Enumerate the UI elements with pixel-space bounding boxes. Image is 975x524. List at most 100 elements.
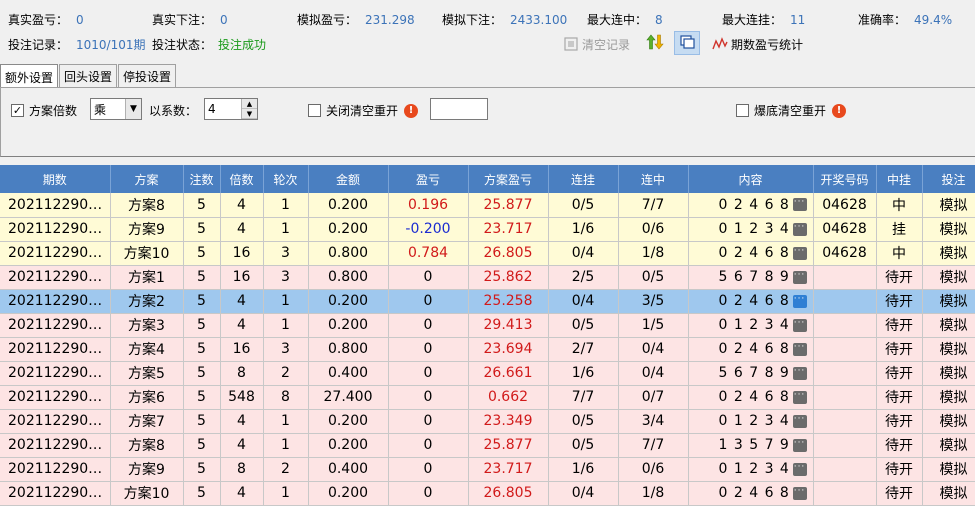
close-reset-input[interactable]	[430, 98, 488, 120]
table-cell: 5	[183, 361, 221, 386]
clear-records-button[interactable]: 清空记录	[562, 33, 630, 55]
table-cell: 8	[263, 385, 309, 410]
table-row[interactable]: 202112290… 方案10 5 4 1 0.200 0 26.805 0/4 1/8 0 2 4…	[0, 481, 975, 506]
period-stats-button[interactable]: 期数盈亏统计	[711, 33, 803, 55]
column-header[interactable]: 倍数	[220, 165, 264, 193]
table-cell: 待开	[876, 361, 923, 386]
column-header[interactable]: 连中	[618, 165, 689, 193]
column-header[interactable]: 方案	[110, 165, 184, 193]
bottom-reset-checkbox[interactable]: 爆底清空重开 !	[736, 102, 847, 119]
column-header[interactable]: 金额	[308, 165, 389, 193]
more-icon[interactable]: ···	[792, 198, 807, 211]
table-cell: 模拟	[922, 361, 975, 386]
table-row[interactable]: 202112290… 方案8 5 4 1 0.200 0 25.877 0/5 7/7 1 3 5 …	[0, 433, 975, 458]
table-cell: 方案9	[110, 217, 184, 242]
table-cell: 0	[388, 385, 469, 410]
table-cell: 4	[220, 481, 264, 506]
more-icon[interactable]: ···	[792, 246, 807, 260]
table-cell: 202112290…	[0, 289, 111, 314]
table-cell: 0.200	[308, 409, 389, 434]
table-cell: 0 1 2 3 4 ···	[688, 409, 814, 434]
content-text: 0 2 4 6 8	[718, 196, 790, 213]
more-icon[interactable]: ···	[792, 462, 807, 476]
table-cell: 202112290…	[0, 337, 111, 362]
coef-spinner[interactable]: 4 ▲ ▼	[204, 98, 258, 120]
table-cell: 29.413	[468, 313, 549, 338]
table-cell: 0.200	[308, 433, 389, 458]
column-header[interactable]: 期数	[0, 165, 111, 193]
content-text: 0 2 4 6 8	[718, 293, 790, 309]
tab-extra-settings[interactable]: 额外设置	[0, 64, 59, 89]
arrows-button[interactable]	[642, 31, 668, 55]
table-cell: 202112290…	[0, 409, 111, 434]
table-row[interactable]: 202112290… 方案5 5 8 2 0.400 0 26.661 1/6 0/4 5 6 7 …	[0, 361, 975, 386]
spin-up-icon[interactable]: ▲	[242, 99, 257, 109]
table-cell: 1	[263, 289, 309, 314]
table-cell: 202112290…	[0, 313, 111, 338]
table-cell: 23.717	[468, 217, 549, 242]
table-cell: 挂	[876, 217, 923, 242]
table-cell: 4	[220, 217, 264, 242]
tab-stop-settings[interactable]: 停投设置	[118, 64, 177, 88]
table-cell: 方案6	[110, 385, 184, 410]
column-header[interactable]: 轮次	[263, 165, 309, 193]
more-icon[interactable]: ···	[792, 342, 807, 356]
up-down-arrows-icon	[646, 33, 664, 54]
table-row[interactable]: 202112290… 方案7 5 4 1 0.200 0 23.349 0/5 3/4 0 1 2 …	[0, 409, 975, 434]
table-row[interactable]: 202112290… 方案1 5 16 3 0.800 0 25.862 2/5 0/5 5 6 7…	[0, 265, 975, 290]
table-cell: 方案9	[110, 457, 184, 482]
table-cell: 方案3	[110, 313, 184, 338]
table-cell: 3	[263, 337, 309, 362]
table-cell: 202112290…	[0, 217, 111, 242]
table-cell: 0 2 4 6 8 ···	[688, 337, 814, 362]
table-cell: 1	[263, 217, 309, 242]
more-icon[interactable]: ···	[792, 414, 807, 428]
table-cell: 5	[183, 409, 221, 434]
table-row[interactable]: 202112290… 方案2 5 4 1 0.200 0 25.258 0/4 3/5 0 2 4 …	[0, 289, 975, 314]
column-header[interactable]: 方案盈亏	[468, 165, 549, 193]
window-toggle-button[interactable]	[674, 31, 700, 55]
table-cell: 5 6 7 8 9 ···	[688, 265, 814, 290]
table-cell: 0.200	[308, 313, 389, 338]
more-icon[interactable]: ···	[792, 438, 807, 452]
table-row[interactable]: 202112290… 方案3 5 4 1 0.200 0 29.413 0/5 1/5 0 1 2 …	[0, 313, 975, 338]
spin-down-icon[interactable]: ▼	[242, 109, 257, 119]
column-header[interactable]: 开奖号码	[813, 165, 877, 193]
table-cell: 04628	[813, 193, 877, 218]
table-row[interactable]: 202112290… 方案10 5 16 3 0.800 0.784 26.805 0/4 1/8…	[0, 241, 975, 266]
column-header[interactable]: 盈亏	[388, 165, 469, 193]
column-header[interactable]: 内容	[688, 165, 814, 193]
column-header[interactable]: 投注	[922, 165, 975, 193]
column-header[interactable]: 注数	[183, 165, 221, 193]
table-row[interactable]: 202112290… 方案9 5 8 2 0.400 0 23.717 1/6 0/6 0 1 2 …	[0, 457, 975, 482]
table-row[interactable]: 202112290… 方案8 5 4 1 0.200 0.196 25.877 0/5 7/7 0 …	[0, 193, 975, 218]
stat-sim-profit: 模拟盈亏： 231.298	[297, 13, 415, 27]
multiplier-checkbox[interactable]: ✓ 方案倍数	[11, 102, 77, 119]
table-cell: 0.800	[308, 337, 389, 362]
table-row[interactable]: 202112290… 方案6 5 548 8 27.400 0 0.662 7/7 0/7 0 2 …	[0, 385, 975, 410]
table-cell: 0	[388, 265, 469, 290]
more-icon[interactable]: ···	[792, 270, 807, 284]
close-reset-checkbox[interactable]: 关闭清空重开 !	[308, 102, 419, 119]
chevron-down-icon: ▼	[125, 99, 141, 119]
stat-max-win-streak: 最大连中： 8	[587, 13, 663, 27]
table-cell: 0.200	[308, 217, 389, 242]
operator-select[interactable]: 乘 ▼	[90, 98, 142, 120]
table-cell: 方案7	[110, 409, 184, 434]
tab-lookback-settings[interactable]: 回头设置	[59, 64, 118, 88]
table-cell: 5 6 7 8 9 ···	[688, 361, 814, 386]
more-icon[interactable]: ···	[792, 318, 807, 332]
table-cell: 0.200	[308, 289, 389, 314]
table-cell: 3	[263, 265, 309, 290]
table-row[interactable]: 202112290… 方案4 5 16 3 0.800 0 23.694 2/7 0/4 0 2 4…	[0, 337, 975, 362]
more-icon[interactable]: ···	[792, 486, 807, 500]
table-cell: 0 1 2 3 4 ···	[688, 313, 814, 338]
more-icon[interactable]: ···	[792, 222, 807, 236]
more-icon[interactable]: ···	[792, 390, 807, 404]
table-row[interactable]: 202112290… 方案9 5 4 1 0.200 -0.200 23.717 1/6 0/6 0…	[0, 217, 975, 242]
table-cell: 模拟	[922, 313, 975, 338]
column-header[interactable]: 连挂	[548, 165, 619, 193]
more-icon[interactable]: ···	[792, 366, 807, 380]
column-header[interactable]: 中挂	[876, 165, 923, 193]
more-icon[interactable]: ···	[792, 294, 807, 308]
